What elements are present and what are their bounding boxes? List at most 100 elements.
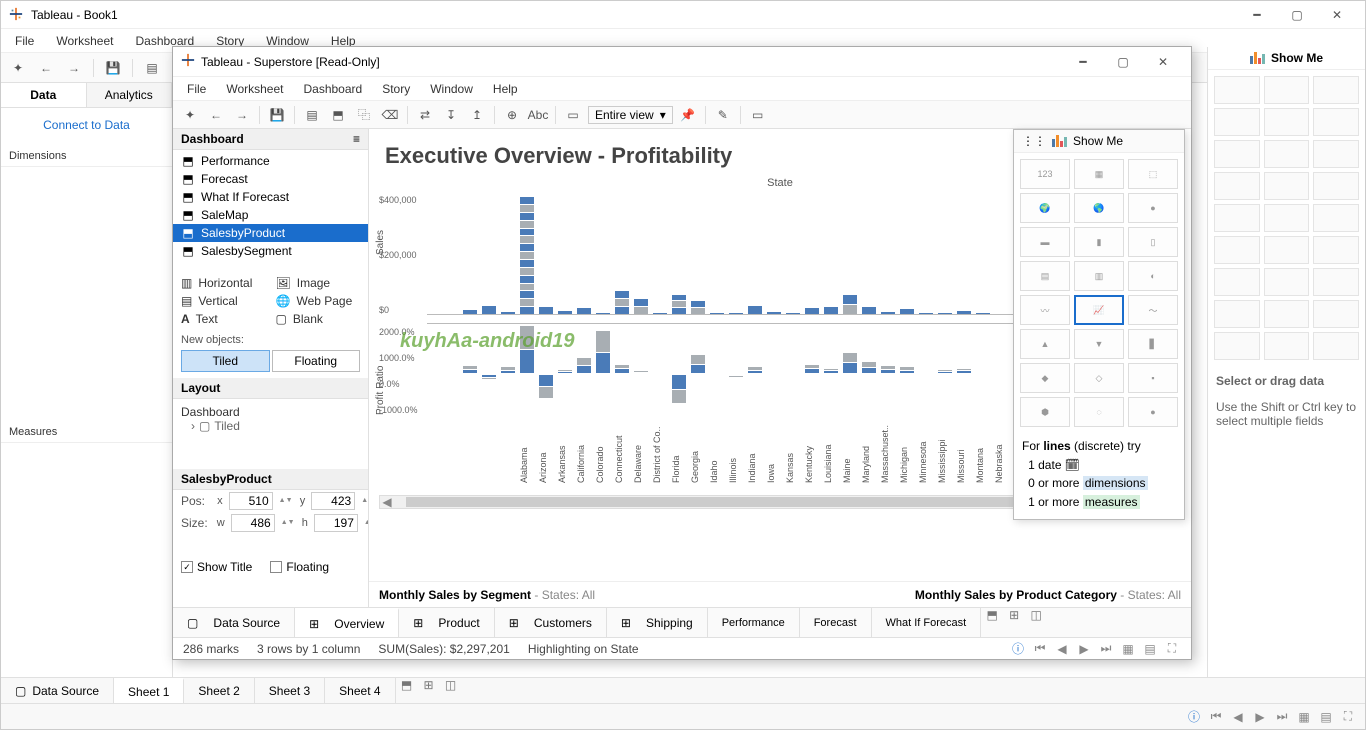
floating-checkbox[interactable]: Floating — [270, 560, 329, 574]
showme-chart-type-12[interactable] — [1214, 204, 1260, 232]
menu-file[interactable]: File — [177, 79, 216, 99]
connect-to-data-link[interactable]: Connect to Data — [1, 108, 172, 146]
sheet-row-performance[interactable]: ⬒Performance — [173, 152, 368, 170]
bar-profit-District of Co..[interactable] — [594, 324, 611, 423]
bar-sales-Connecticut[interactable] — [556, 195, 573, 314]
bar-sales-Minnesota[interactable] — [860, 195, 877, 314]
showme-chart-type-26[interactable] — [1313, 332, 1359, 360]
tab-sheet2[interactable]: Sheet 2 — [184, 678, 254, 703]
bar-profit-Mississippi[interactable] — [879, 324, 896, 423]
size-w-input[interactable] — [231, 514, 275, 532]
size-h-input[interactable] — [314, 514, 358, 532]
showme-chart-type-16[interactable] — [1264, 236, 1310, 264]
showme-chart-type-8[interactable] — [1313, 140, 1359, 168]
showme-chart-type-19[interactable] — [1264, 268, 1310, 296]
showme-chart-type-14[interactable] — [1313, 204, 1359, 232]
grid2-icon[interactable]: ▤ — [1141, 640, 1159, 658]
presentation-icon[interactable]: ▭ — [747, 104, 769, 126]
showme-chart-type-13[interactable]: 📈 — [1074, 295, 1124, 325]
sheet-row-salemap[interactable]: ⬒SaleMap — [173, 206, 368, 224]
new-worksheet-icon[interactable]: ⬒ — [396, 678, 418, 703]
showme-chart-type-2[interactable] — [1313, 76, 1359, 104]
sheet-row-salesbyproduct[interactable]: ⬒SalesbyProduct — [173, 224, 368, 242]
bar-profit-Minnesota[interactable] — [860, 324, 877, 423]
bar-sales-California[interactable] — [518, 195, 535, 314]
highlight-icon[interactable]: ✎ — [712, 104, 734, 126]
showme-chart-type-9[interactable] — [1214, 172, 1260, 200]
bar-profit-Montana[interactable] — [917, 324, 934, 423]
bar-sales-Kentucky[interactable] — [746, 195, 763, 314]
tab-sheet1[interactable]: Sheet 1 — [114, 678, 184, 703]
new-data-icon[interactable]: ▤ — [301, 104, 323, 126]
bar-profit-Massachuset..[interactable] — [822, 324, 839, 423]
last-icon[interactable]: ⏭ — [1273, 708, 1291, 726]
sheet-row-what if forecast[interactable]: ⬒What If Forecast — [173, 188, 368, 206]
bar-sales-Idaho[interactable] — [651, 195, 668, 314]
info-icon[interactable]: ⓘ — [1009, 640, 1027, 658]
inner-showme-header[interactable]: ⋮⋮ Show Me — [1014, 130, 1184, 153]
new-sheet-icon[interactable]: ⬒ — [327, 104, 349, 126]
clear-icon[interactable]: ⌫ — [379, 104, 401, 126]
sheet-row-salesbysegment[interactable]: ⬒SalesbySegment — [173, 242, 368, 260]
bar-profit-Nevada[interactable] — [955, 324, 972, 423]
bar-profit-Maine[interactable] — [784, 324, 801, 423]
bar-sales-Arkansas[interactable] — [499, 195, 516, 314]
showme-chart-type-6[interactable]: ▬ — [1020, 227, 1070, 257]
floating-button[interactable]: Floating — [272, 350, 361, 372]
bar-profit-Michigan[interactable] — [841, 324, 858, 423]
menu-window[interactable]: Window — [420, 79, 483, 99]
bar-profit-Missouri[interactable] — [898, 324, 915, 423]
showme-chart-type-1[interactable] — [1264, 76, 1310, 104]
bar-sales-Michigan[interactable] — [841, 195, 858, 314]
showme-chart-type-19[interactable]: ◇ — [1074, 363, 1124, 393]
sort-desc-icon[interactable]: ↥ — [466, 104, 488, 126]
showme-chart-type-0[interactable]: 123 — [1020, 159, 1070, 189]
bar-profit-Florida[interactable] — [613, 324, 630, 423]
options-icon[interactable]: ⋮⋮ — [1022, 134, 1046, 148]
showme-chart-type-7[interactable]: ▮ — [1074, 227, 1124, 257]
obj-image[interactable]: 🖼Image — [276, 276, 361, 290]
showme-chart-type-22[interactable]: ◌ — [1074, 397, 1124, 427]
forward-icon[interactable]: → — [63, 57, 85, 79]
bar-sales-Delaware[interactable] — [575, 195, 592, 314]
bar-sales-Missouri[interactable] — [898, 195, 915, 314]
showme-chart-type-13[interactable] — [1264, 204, 1310, 232]
tableau-logo-icon[interactable]: ✦ — [7, 57, 29, 79]
group-icon[interactable]: ⊕ — [501, 104, 523, 126]
last-icon[interactable]: ⏭ — [1097, 640, 1115, 658]
showme-chart-type-5[interactable] — [1313, 108, 1359, 136]
tab-forecast[interactable]: Forecast — [800, 608, 872, 637]
tab-data-source[interactable]: ▢ Data Source — [173, 608, 295, 637]
bar-profit-Nebraska[interactable] — [936, 324, 953, 423]
showme-chart-type-10[interactable] — [1264, 172, 1310, 200]
bar-profit-Delaware[interactable] — [575, 324, 592, 423]
showme-chart-type-1[interactable]: ▦ — [1074, 159, 1124, 189]
maximize-button[interactable]: ▢ — [1277, 1, 1317, 29]
save-icon[interactable]: 💾 — [102, 57, 124, 79]
tab-analytics[interactable]: Analytics — [87, 83, 173, 107]
chevron-right-icon[interactable]: › — [191, 419, 195, 433]
sort-asc-icon[interactable]: ↧ — [440, 104, 462, 126]
obj-webpage[interactable]: 🌐Web Page — [276, 294, 361, 308]
prev-icon[interactable]: ◀ — [1229, 708, 1247, 726]
bar-sales-Maryland[interactable] — [803, 195, 820, 314]
obj-vertical[interactable]: ▤Vertical — [181, 294, 266, 308]
showme-chart-type-15[interactable]: ▲ — [1020, 329, 1070, 359]
close-button[interactable]: ✕ — [1143, 48, 1183, 76]
info-icon[interactable]: ⓘ — [1185, 708, 1203, 726]
showme-chart-type-4[interactable]: 🌎 — [1074, 193, 1124, 223]
obj-text[interactable]: AText — [181, 312, 266, 326]
bar-sales-Florida[interactable] — [613, 195, 630, 314]
showme-chart-type-9[interactable]: ▤ — [1020, 261, 1070, 291]
next-icon[interactable]: ▶ — [1251, 708, 1269, 726]
pos-x-input[interactable] — [229, 492, 273, 510]
showme-chart-type-5[interactable]: ● — [1128, 193, 1178, 223]
next-icon[interactable]: ▶ — [1075, 640, 1093, 658]
grid-icon[interactable]: ▦ — [1119, 640, 1137, 658]
showme-chart-type-12[interactable]: 〰 — [1020, 295, 1070, 325]
bar-profit-Indiana[interactable] — [689, 324, 706, 423]
bar-sales-Mississippi[interactable] — [879, 195, 896, 314]
showme-chart-type-23[interactable]: ● — [1128, 397, 1178, 427]
bar-profit-Maryland[interactable] — [803, 324, 820, 423]
tab-sheet4[interactable]: Sheet 4 — [325, 678, 395, 703]
